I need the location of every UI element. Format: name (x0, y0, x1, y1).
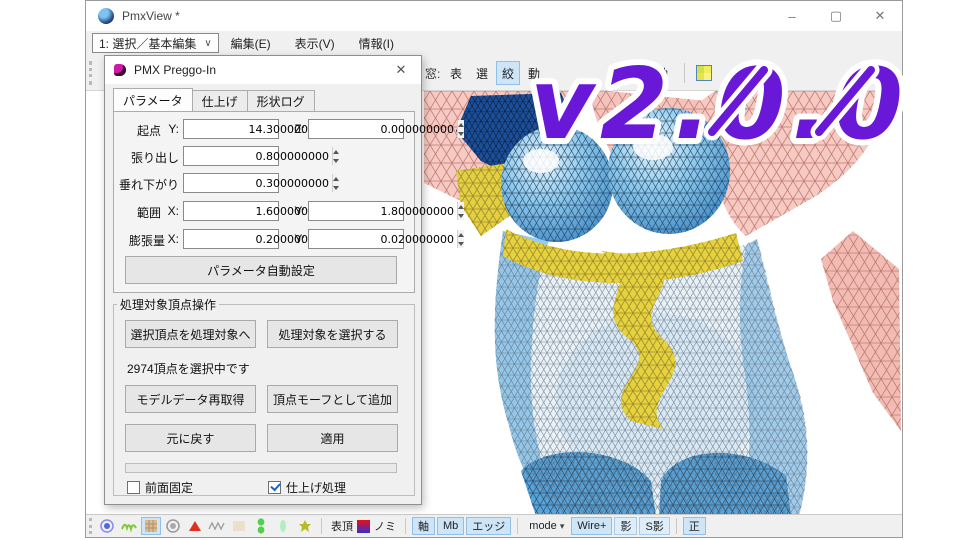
pale-capsule-icon[interactable] (273, 517, 293, 535)
vertex-target-icon[interactable] (97, 517, 117, 535)
add-vertex-morph-button[interactable]: 頂点モーフとして追加 (267, 385, 398, 413)
origin-y-prefix: Y: (165, 122, 179, 136)
window-panels-label: 窓: (425, 65, 440, 82)
edit-mode-selector[interactable]: 1: 選択／基本編集 ∨ (92, 33, 219, 53)
toggle-display-panel[interactable]: 表 (444, 61, 468, 85)
toggle-filter-panel[interactable]: 絞 (496, 61, 520, 85)
green-capsule-icon[interactable] (251, 517, 271, 535)
dialog-title-bar: PMX Preggo-In ✕ (105, 56, 421, 84)
toggle-motion-panel[interactable]: 動 (522, 61, 546, 85)
select-target-button[interactable]: 処理対象を選択する (267, 320, 398, 348)
tab-shape-log[interactable]: 形状ログ (247, 90, 315, 111)
show-front-vertex-toggle[interactable]: 表頂 (327, 518, 357, 534)
rotate-view-button[interactable] (856, 61, 884, 85)
origin-z-input[interactable] (308, 119, 404, 139)
origin-label: 起点 (125, 122, 161, 139)
front-view-toggle[interactable]: 正 (683, 517, 706, 535)
menu-edit[interactable]: 編集(E) (219, 35, 283, 52)
screen: PmxView * – ▢ ✕ 1: 選択／基本編集 ∨ 編集(E) 表示(V)… (0, 0, 960, 540)
origin-y-input[interactable] (183, 119, 279, 139)
flower-icon[interactable] (295, 517, 315, 535)
vertex-color-icon[interactable] (357, 520, 370, 533)
toolbar-grip (89, 61, 92, 85)
finish-process-checkbox-label: 仕上げ処理 (286, 479, 346, 496)
red-triangle-icon[interactable] (185, 517, 205, 535)
toggle-select-panel[interactable]: 選 (470, 61, 494, 85)
edit-mode-label: 1: 選択／基本編集 (99, 35, 196, 52)
gray-target-icon[interactable] (163, 517, 183, 535)
undo-button[interactable]: 元に戻す (125, 424, 256, 452)
display-toolbar: 表頂 ノミ 軸 Mb エッジ mode ▾ Wire+ 影 S影 正 (86, 514, 902, 537)
texture-patch-icon[interactable] (141, 517, 161, 535)
inflate-x-input[interactable] (183, 229, 279, 249)
edge-toggle[interactable]: エッジ (466, 517, 511, 535)
menu-view[interactable]: 表示(V) (283, 35, 347, 52)
menu-info[interactable]: 情報(I) (347, 35, 406, 52)
target-vertex-group-label: 処理対象頂点操作 (117, 296, 219, 313)
range-label: 範囲 (125, 204, 161, 221)
apply-button[interactable]: 適用 (267, 424, 398, 452)
faint-patch-icon[interactable] (229, 517, 249, 535)
inflate-y-prefix: Y: (291, 232, 305, 246)
progress-bar (125, 463, 397, 473)
protrude-label: 張り出し (119, 149, 179, 166)
front-fix-checkbox-label: 前面固定 (145, 479, 193, 496)
chevron-down-icon: ∨ (204, 38, 211, 49)
window-title: PmxView * (122, 9, 180, 23)
nomi-toggle[interactable]: ノミ (370, 518, 400, 534)
range-y-input[interactable] (308, 201, 404, 221)
menu-bar: 1: 選択／基本編集 ∨ 編集(E) 表示(V) 情報(I) (86, 31, 902, 55)
title-bar: PmxView * – ▢ ✕ (86, 1, 902, 31)
v-axis-toggle[interactable]: v軸 (644, 61, 674, 85)
sag-input[interactable] (183, 173, 279, 193)
plugin-icon (114, 64, 126, 76)
wave-icon[interactable] (207, 517, 227, 535)
tab-strip: パラメータ 仕上げ 形状ログ (113, 90, 314, 111)
dialog-title: PMX Preggo-In (134, 63, 216, 77)
selected-to-target-button[interactable]: 選択頂点を処理対象へ (125, 320, 256, 348)
rotate-arrow-icon (862, 64, 878, 82)
caret-down-icon: ▾ (560, 521, 565, 532)
scribble-icon[interactable] (119, 517, 139, 535)
wire-plus-toggle[interactable]: Wire+ (571, 517, 612, 535)
auto-set-params-button[interactable]: パラメータ自動設定 (125, 256, 397, 284)
quad-view-button[interactable] (690, 61, 718, 85)
axis-toggle[interactable]: 軸 (412, 517, 435, 535)
origin-z-prefix: Z: (291, 122, 305, 136)
maximize-button[interactable]: ▢ (814, 1, 858, 31)
front-fix-checkbox-box[interactable] (127, 481, 140, 494)
minimize-button[interactable]: – (770, 1, 814, 31)
self-shadow-toggle[interactable]: S影 (639, 517, 669, 535)
pmx-preggo-in-dialog: PMX Preggo-In ✕ パラメータ 仕上げ 形状ログ 起点 Y: Z: … (104, 55, 422, 505)
tab-finish[interactable]: 仕上げ (192, 90, 248, 111)
reload-model-button[interactable]: モデルデータ再取得 (125, 385, 256, 413)
range-y-prefix: Y: (291, 204, 305, 218)
mode-dropdown[interactable]: mode ▾ (524, 517, 569, 535)
finish-process-checkbox[interactable]: 仕上げ処理 (268, 479, 346, 495)
tab-parameters[interactable]: パラメータ (113, 88, 193, 111)
sag-label: 垂れ下がり (119, 176, 179, 193)
inflate-label: 膨張量 (119, 232, 165, 249)
range-x-input[interactable] (183, 201, 279, 221)
shadow-toggle[interactable]: 影 (614, 517, 637, 535)
close-button[interactable]: ✕ (858, 1, 902, 31)
quad-grid-icon (696, 65, 712, 81)
protrude-input[interactable] (183, 146, 279, 166)
front-fix-checkbox[interactable]: 前面固定 (127, 479, 193, 495)
finish-process-checkbox-box[interactable] (268, 481, 281, 494)
material-toggle[interactable]: Mb (437, 517, 464, 535)
pmxview-app-icon (98, 8, 114, 24)
dialog-close-button[interactable]: ✕ (381, 56, 421, 84)
selection-count-status: 2974頂点を選択中です (127, 360, 250, 377)
inflate-x-prefix: X: (165, 232, 179, 246)
inflate-y-input[interactable] (308, 229, 404, 249)
toolbar-grip (89, 518, 92, 534)
range-x-prefix: X: (165, 204, 179, 218)
